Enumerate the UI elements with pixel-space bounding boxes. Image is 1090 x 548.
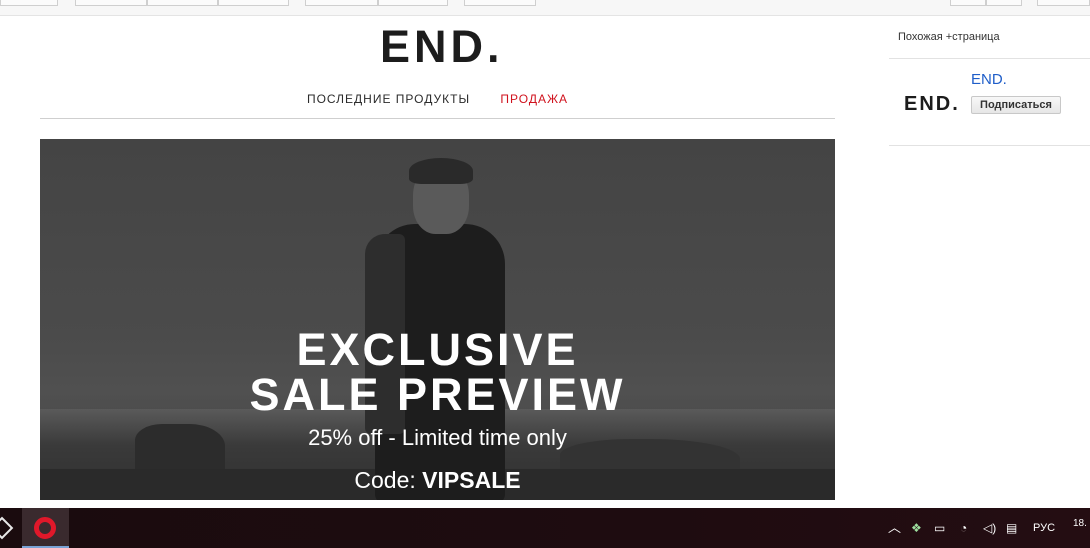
language-indicator[interactable]: РУС	[1033, 508, 1055, 548]
divider	[889, 145, 1090, 146]
toolbar-button[interactable]	[75, 0, 147, 6]
toolbar-button[interactable]	[378, 0, 448, 6]
opera-taskbar-button[interactable]	[22, 508, 69, 548]
nav-sale-link[interactable]: ПРОДАЖА	[500, 92, 568, 106]
sender-logo[interactable]: END.	[904, 93, 958, 115]
hero-headline-line1: EXCLUSIVE	[296, 324, 579, 375]
toolbar-button[interactable]	[147, 0, 218, 6]
brand-logo[interactable]: END.	[380, 24, 500, 70]
toolbar-button[interactable]	[0, 0, 58, 6]
hero-banner[interactable]: EXCLUSIVE SALE PREVIEW 25% off - Limited…	[40, 139, 835, 500]
email-nav: ПОСЛЕДНИЕ ПРОДУКТЫ ПРОДАЖА	[40, 92, 835, 114]
promo-code-value: VIPSALE	[422, 467, 521, 493]
opera-icon	[34, 517, 56, 539]
toolbar-button[interactable]	[464, 0, 536, 6]
dropbox-icon[interactable]: ❖	[911, 508, 922, 548]
toolbar-button[interactable]	[1037, 0, 1090, 6]
wifi-icon[interactable]: ◔	[960, 508, 967, 548]
notification-icon[interactable]: ▤	[1006, 508, 1017, 548]
toolbar-button[interactable]	[986, 0, 1022, 6]
top-toolbar	[0, 0, 1090, 16]
promo-code-label: Code:	[354, 467, 416, 493]
taskbar: ︿ ❖ ▭ ◔ ◁) ▤ РУС 18.	[0, 508, 1090, 548]
volume-icon[interactable]: ◁)	[983, 508, 996, 548]
hero-subline: 25% off - Limited time only	[308, 425, 567, 450]
chevron-up-icon[interactable]: ︿	[888, 508, 901, 548]
divider	[889, 58, 1090, 59]
model-hair	[409, 158, 473, 184]
hero-promo-code: Code: VIPSALE	[40, 466, 835, 494]
sender-name-link[interactable]: END.	[971, 71, 1007, 88]
divider	[40, 118, 835, 119]
hero-headline-line2: SALE PREVIEW	[249, 369, 626, 420]
start-icon[interactable]	[0, 516, 14, 540]
battery-icon[interactable]: ▭	[934, 508, 945, 548]
toolbar-button[interactable]	[218, 0, 289, 6]
toolbar-button[interactable]	[950, 0, 986, 6]
subscribe-button[interactable]: Подписаться	[971, 96, 1061, 114]
nav-latest-products-link[interactable]: ПОСЛЕДНИЕ ПРОДУКТЫ	[307, 92, 470, 106]
toolbar-button[interactable]	[305, 0, 378, 6]
clock[interactable]: 18.	[1073, 516, 1087, 548]
similar-page-label: Похожая +страница	[898, 31, 1000, 43]
